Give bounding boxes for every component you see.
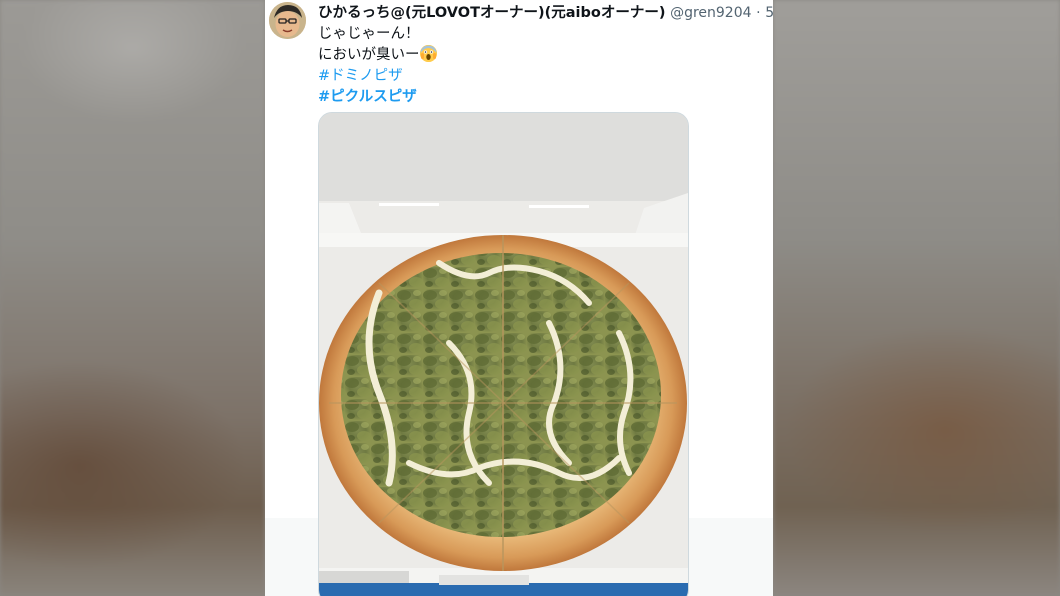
display-name[interactable]: ひかるっち@(元LOVOTオーナー)(元aiboオーナー) [318, 5, 665, 21]
user-handle[interactable]: @gren9204 [670, 5, 751, 21]
blurred-background-right [773, 0, 1060, 596]
blurred-background-left [0, 0, 265, 596]
tweet-text-line-2: においが臭いー [318, 47, 420, 63]
avatar-face-icon [269, 2, 306, 39]
hashtag-dominos[interactable]: #ドミノピザ [318, 66, 437, 87]
hashtag-pickle-pizza[interactable]: #ピクルスピザ [318, 87, 437, 108]
scream-emoji-icon [419, 45, 437, 62]
tweet-timestamp[interactable]: 5h [765, 5, 773, 21]
tweet-text-line-1: じゃじゃーん！ [318, 26, 420, 42]
tweet-header: ひかるっち@(元LOVOTオーナー)(元aiboオーナー) @gren9204 … [318, 4, 773, 22]
tweet-text-line-2-wrap: においが臭いー [318, 45, 437, 66]
header-separator: · [756, 5, 761, 21]
avatar[interactable] [269, 2, 306, 39]
tweet-card[interactable]: ひかるっち@(元LOVOTオーナー)(元aiboオーナー) @gren9204 … [265, 0, 773, 596]
tweet-text: じゃじゃーん！ においが臭いー #ドミノピザ #ピクルスピザ [318, 24, 437, 108]
tweet-media-image[interactable] [318, 112, 689, 596]
pizza-photo [319, 113, 688, 596]
